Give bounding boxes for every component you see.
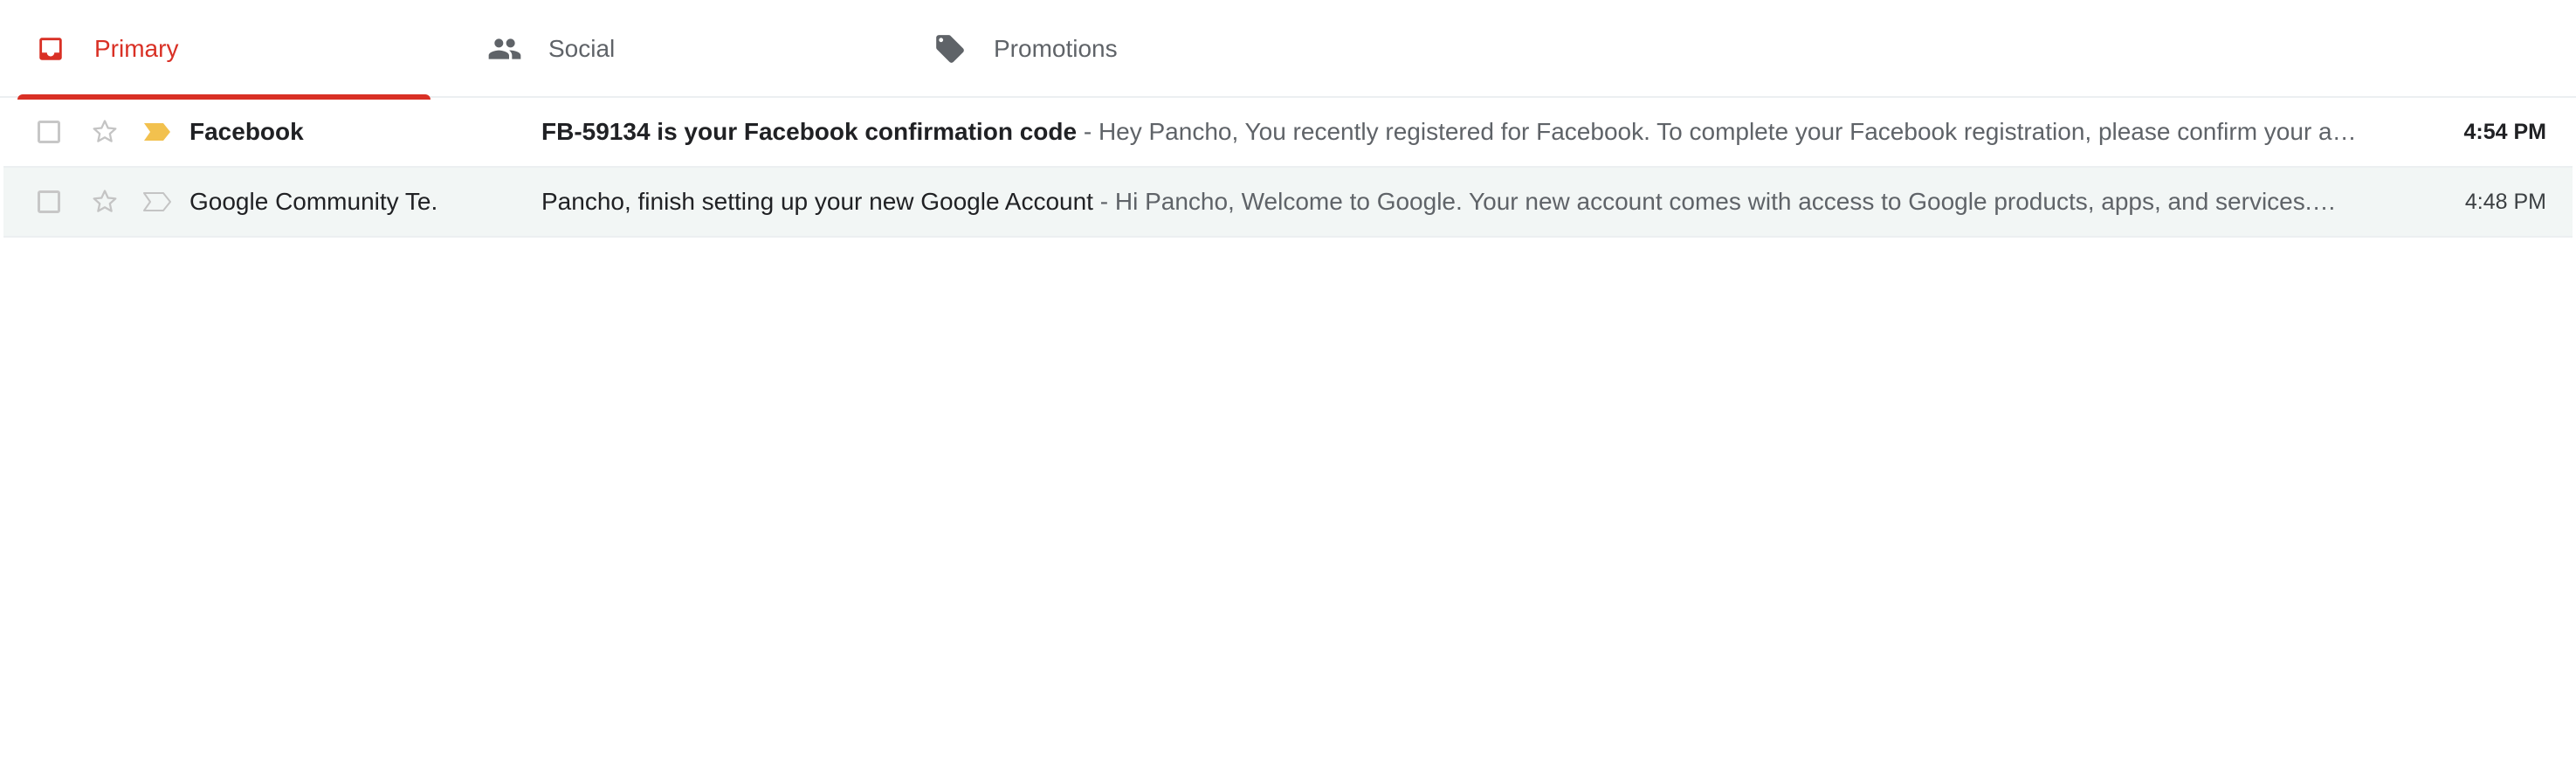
important-marker-icon[interactable]	[140, 98, 175, 166]
email-subject: FB-59134 is your Facebook confirmation c…	[541, 118, 1078, 145]
email-sender: Google Community Te.	[189, 188, 438, 215]
tab-primary[interactable]: Primary	[17, 0, 430, 100]
email-subject: Pancho, finish setting up your new Googl…	[541, 188, 1093, 215]
email-time: 4:54 PM	[2463, 119, 2546, 144]
email-row[interactable]: Facebook FB-59134 is your Facebook confi…	[3, 98, 2573, 168]
select-checkbox[interactable]	[35, 98, 63, 166]
email-snippet: Hey Pancho, You recently registered for …	[1098, 118, 2357, 145]
email-content: Pancho, finish setting up your new Googl…	[541, 168, 2384, 236]
email-separator: -	[1077, 118, 1099, 145]
tag-icon	[933, 31, 968, 66]
people-icon	[487, 31, 522, 66]
email-list: Facebook FB-59134 is your Facebook confi…	[3, 98, 2573, 238]
email-snippet: Hi Pancho, Welcome to Google. Your new a…	[1114, 188, 2337, 215]
email-row[interactable]: Google Community Te. Pancho, finish sett…	[3, 168, 2573, 238]
tab-label: Promotions	[994, 35, 1118, 62]
email-sender: Facebook	[189, 118, 304, 145]
important-marker-icon[interactable]	[140, 168, 175, 236]
star-icon[interactable]	[87, 98, 122, 166]
tab-promotions[interactable]: Promotions	[917, 0, 1336, 98]
email-time: 4:48 PM	[2464, 189, 2546, 214]
inbox-icon	[33, 31, 68, 66]
email-separator: -	[1092, 188, 1115, 215]
tab-label: Social	[548, 35, 616, 62]
select-checkbox[interactable]	[35, 168, 63, 236]
tab-social[interactable]: Social	[472, 0, 891, 98]
email-content: FB-59134 is your Facebook confirmation c…	[541, 98, 2384, 166]
category-tabs: Primary Social Promotions	[0, 0, 2576, 100]
star-icon[interactable]	[87, 168, 122, 236]
tab-label: Primary	[94, 35, 179, 62]
